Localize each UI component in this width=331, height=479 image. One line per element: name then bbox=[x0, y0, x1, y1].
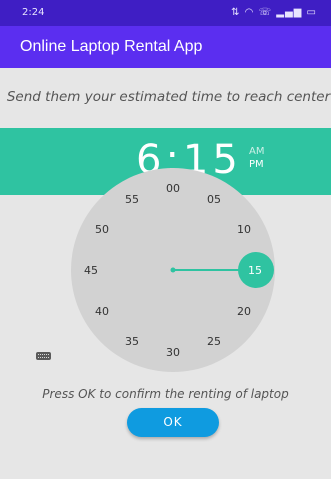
dial-label-10[interactable]: 10 bbox=[237, 223, 251, 236]
dial-label-35[interactable]: 35 bbox=[125, 335, 139, 348]
dial-label-25[interactable]: 25 bbox=[207, 335, 221, 348]
dial-label-55[interactable]: 55 bbox=[125, 193, 139, 206]
dial-label-40[interactable]: 40 bbox=[95, 305, 109, 318]
dial-label-15[interactable]: 15 bbox=[248, 264, 262, 277]
confirm-text: Press OK to confirm the renting of lapto… bbox=[42, 387, 289, 401]
keyboard-icon[interactable] bbox=[36, 352, 51, 360]
dial-label-00[interactable]: 00 bbox=[166, 182, 180, 195]
ok-button[interactable]: OK bbox=[127, 408, 219, 437]
dial-label-05[interactable]: 05 bbox=[207, 193, 221, 206]
dial-label-50[interactable]: 50 bbox=[95, 223, 109, 236]
dial-label-20[interactable]: 20 bbox=[237, 305, 251, 318]
dial-label-45[interactable]: 45 bbox=[84, 264, 98, 277]
dial-label-30[interactable]: 30 bbox=[166, 346, 180, 359]
